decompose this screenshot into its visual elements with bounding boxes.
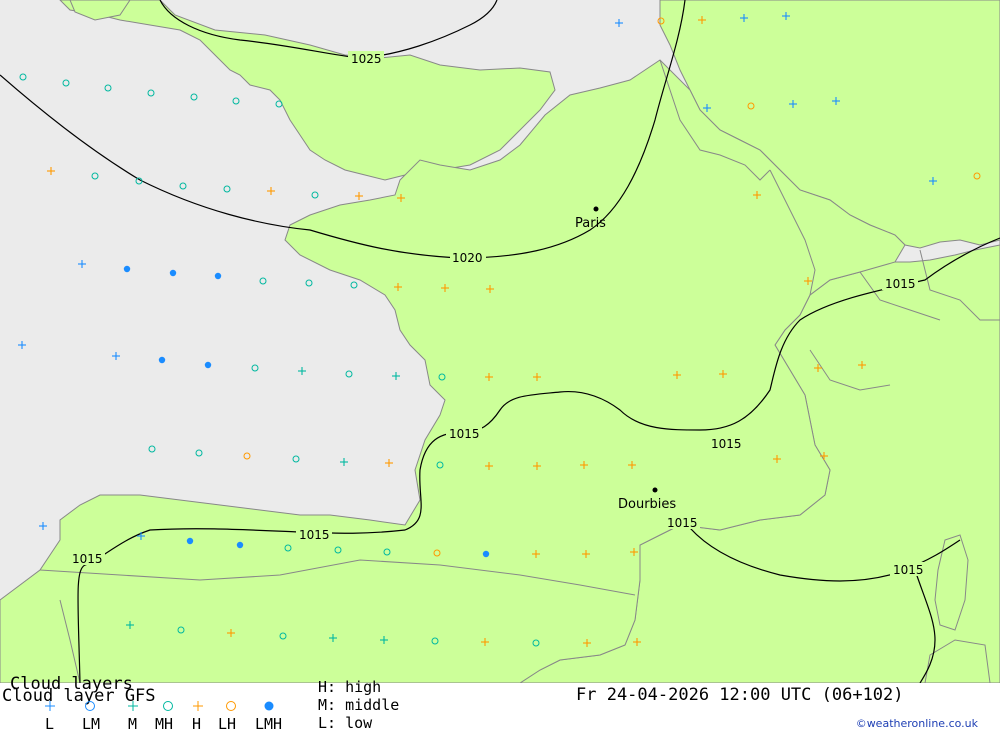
- low-cloud-dot: [158, 356, 166, 364]
- city-label-dourbies: Dourbies: [618, 497, 676, 512]
- isobar-label: 1015: [667, 516, 698, 530]
- legend-key-low: L: low: [318, 714, 373, 732]
- city-label-paris: Paris: [575, 216, 606, 231]
- legend-symbol-label: H: [192, 715, 202, 733]
- low-cloud-dot: [482, 550, 490, 558]
- legend-symbol-label: LM: [82, 715, 101, 733]
- isobar-label: 1015: [449, 427, 480, 441]
- legend-key-high: H: high: [318, 678, 382, 696]
- isobar-label: 1015: [299, 528, 330, 542]
- isobar-label: 1015: [885, 277, 916, 291]
- low-cloud-dot: [169, 269, 177, 277]
- city-dot-paris: [593, 206, 599, 212]
- mid-cloud-ring: [305, 279, 313, 287]
- low-cloud-dot: [186, 537, 194, 545]
- legend-key-middle: M: middle: [318, 696, 400, 714]
- mid-cloud-ring: [195, 449, 203, 457]
- weather-map: 1025 1020 1015 1015 1015 1015 1015 1015 …: [0, 0, 1000, 683]
- credit-text: ©weatheronline.co.uk: [855, 717, 978, 730]
- low-cloud-dot: [214, 272, 222, 280]
- legend-symbol-label: LMH: [255, 715, 283, 733]
- legend-symbol-label: L: [45, 715, 55, 733]
- mid-cloud-ring: [104, 84, 112, 92]
- mid-cloud-ring: [62, 79, 70, 87]
- legend-symbol-label: M: [128, 715, 138, 733]
- isobar-label: 1020: [452, 251, 483, 265]
- mid-cloud-ring: [147, 89, 155, 97]
- legend-symbols: [45, 701, 274, 711]
- mid-cloud-ring: [350, 281, 358, 289]
- mid-cloud-ring: [19, 73, 27, 81]
- land-england: [59, 0, 556, 181]
- mid-cloud-ring: [259, 277, 267, 285]
- mid-cloud-ring: [292, 455, 300, 463]
- legend-symbol-label: LH: [218, 715, 237, 733]
- forecast-timestamp: Fr 24-04-2026 12:00 UTC (06+102): [576, 685, 904, 705]
- isobar-label: 1015: [711, 437, 742, 451]
- isobar-label: 1015: [72, 552, 103, 566]
- mid-cloud-ring: [148, 445, 156, 453]
- low-cloud-dot: [204, 361, 212, 369]
- mid-cloud-ring: [232, 97, 240, 105]
- mid-cloud-ring: [91, 172, 99, 180]
- legend-symbol-label: MH: [155, 715, 174, 733]
- isobar-label: 1025: [351, 52, 382, 66]
- mid-cloud-ring: [223, 185, 231, 193]
- mid-cloud-ring: [179, 182, 187, 190]
- mid-cloud-ring: [275, 100, 283, 108]
- low-cloud-dot: [123, 265, 131, 273]
- isobar-label: 1015: [893, 563, 924, 577]
- city-dot-dourbies: [652, 487, 658, 493]
- mid-cloud-ring: [251, 364, 259, 372]
- legend-panel: Cloud layers Cloud layer GFS L LM M MH H…: [0, 674, 1000, 733]
- high-cloud-ring: [243, 452, 251, 460]
- mid-cloud-ring: [345, 370, 353, 378]
- mid-cloud-ring: [190, 93, 198, 101]
- low-cloud-dot: [236, 541, 244, 549]
- mid-cloud-ring: [311, 191, 319, 199]
